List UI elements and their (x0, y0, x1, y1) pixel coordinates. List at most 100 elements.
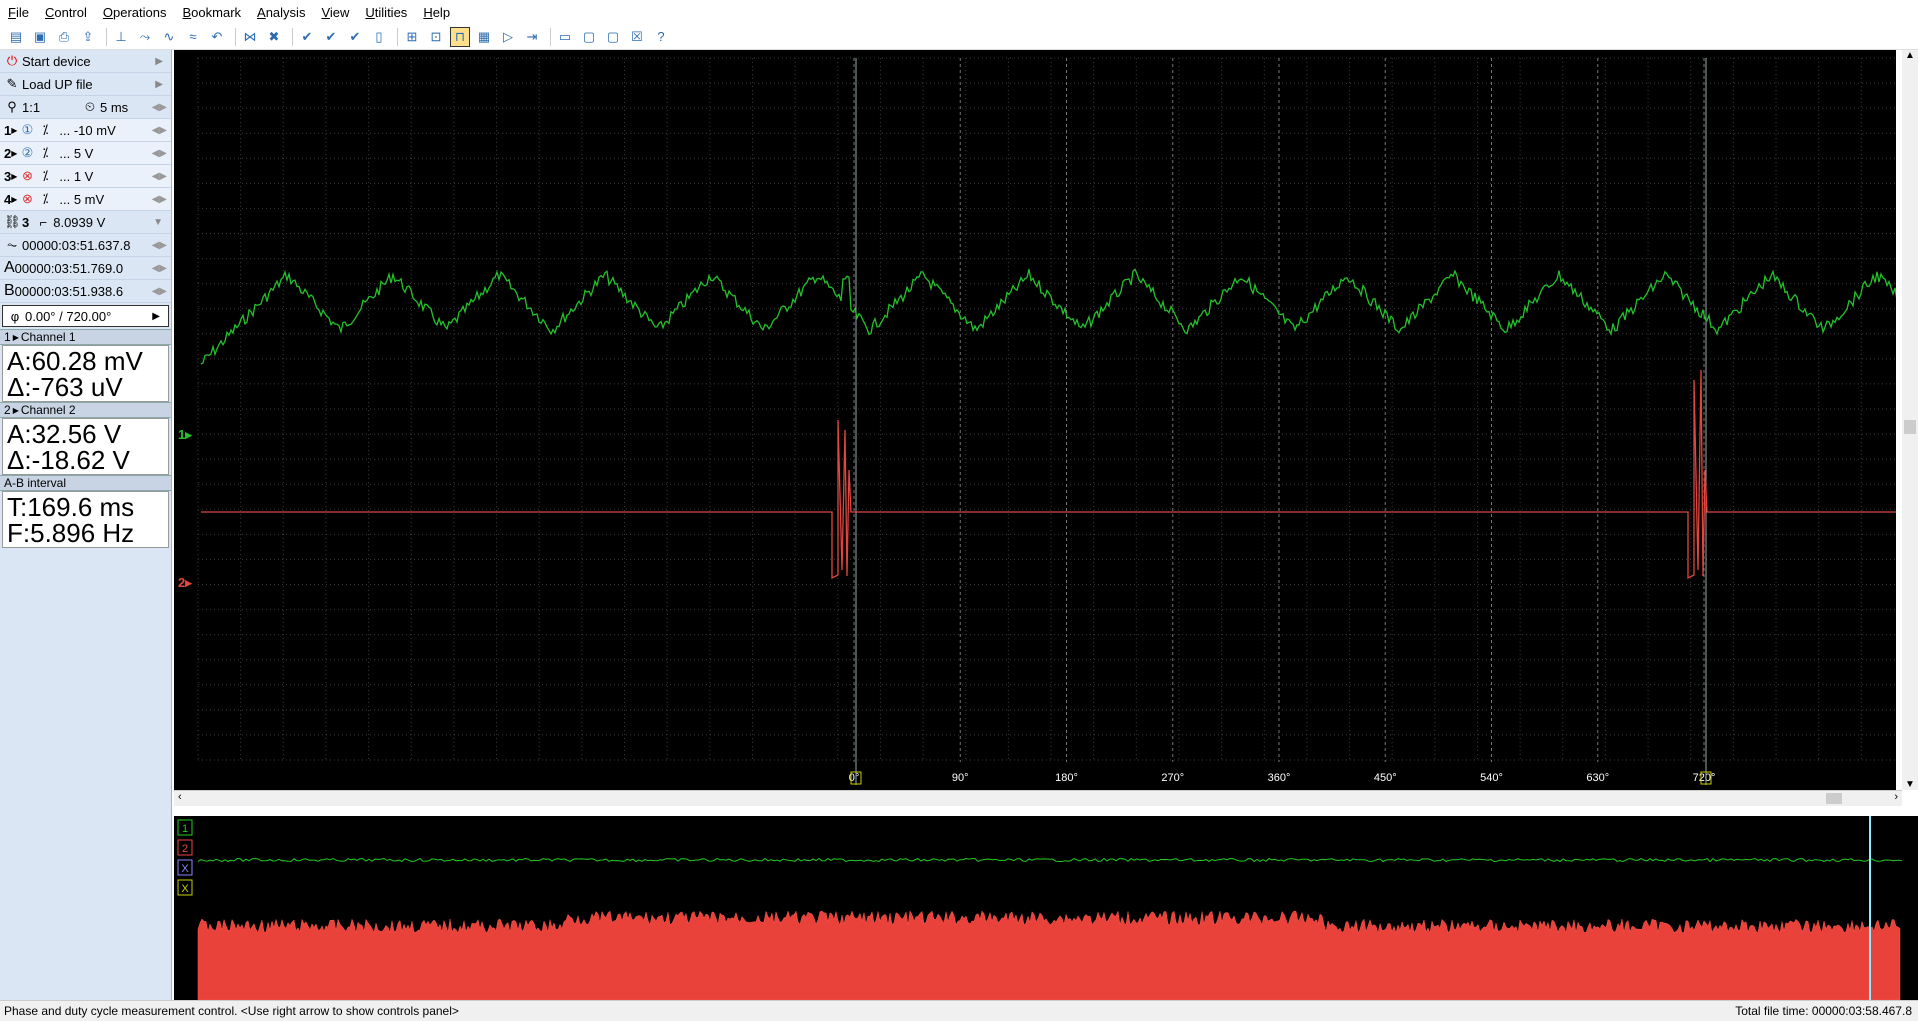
window-icon[interactable]: ▢ (579, 27, 599, 47)
channel-number: 2 (4, 403, 11, 417)
coupling-icon[interactable]: ⁒ (37, 145, 53, 161)
print-icon[interactable]: ⎙ (54, 27, 74, 47)
filter-icon[interactable]: ⋈ (240, 27, 260, 47)
wave-tool-icon[interactable]: ∿ (159, 27, 179, 47)
zoom-icon: ⚲ (7, 99, 17, 114)
marker-tool-icon[interactable]: ⤳ (135, 27, 155, 47)
channel-row-4[interactable]: 4 ▶ ⊗ ⁒ ... 5 mV ◀▶ (0, 188, 171, 211)
scroll-up-icon[interactable]: ▲ (1902, 50, 1918, 61)
chevron-right-icon: ▶ (155, 55, 163, 67)
left-right-icon[interactable]: ◀▶ (152, 240, 167, 251)
cursor-a-row[interactable]: A 00000:03:51.769.0 ◀▶ (0, 257, 171, 280)
channel-row-3[interactable]: 3 ▶ ⊗ ⁒ ... 1 V ◀▶ (0, 165, 171, 188)
coupling-icon[interactable]: ⁒ (37, 122, 53, 138)
check3-icon[interactable]: ✔ (345, 27, 365, 47)
step-icon[interactable]: ⇥ (522, 27, 542, 47)
phase-value: 0.00° / 720.00° (25, 308, 112, 324)
time-position-row[interactable]: ⏦ 00000:03:51.637.8 ◀▶ (0, 234, 171, 257)
left-right-icon[interactable]: ◀▶ (152, 171, 167, 182)
save-icon[interactable]: ▣ (30, 27, 50, 47)
channel-toggle-icon[interactable]: ① (19, 122, 35, 138)
export-icon[interactable]: ⇪ (78, 27, 98, 47)
channel1-measure-box: A:60.28 mV Δ:-763 uV (2, 345, 169, 402)
start-device-button[interactable]: ⏻ Start device ▶ (0, 50, 171, 73)
scroll-thumb[interactable] (1826, 793, 1842, 804)
scroll-thumb[interactable] (1904, 420, 1916, 434)
left-right-icon[interactable]: ◀▶ (152, 286, 167, 297)
overview-plot[interactable]: 1 2 XX (174, 816, 1918, 1001)
menu-item-view[interactable]: View (313, 5, 357, 20)
left-right-icon[interactable]: ◀▶ (152, 148, 167, 159)
phase-tick-label: 540° (1480, 772, 1503, 784)
cursor-tool-icon[interactable]: ⊥ (111, 27, 131, 47)
overview-display[interactable]: 1 2 XX (174, 816, 1918, 1001)
channel-row-1[interactable]: 1 ▶ ① ⁒ ... -10 mV ◀▶ (0, 119, 171, 142)
channel-toggle-icon[interactable]: ⊗ (19, 168, 35, 184)
channel-number: 3 (4, 168, 12, 184)
scroll-down-icon[interactable]: ▼ (1902, 779, 1918, 790)
menu-item-operations[interactable]: Operations (95, 5, 175, 20)
left-right-icon[interactable]: ◀▶ (152, 263, 167, 274)
status-message: Phase and duty cycle measurement control… (4, 1004, 459, 1018)
check2-icon[interactable]: ✔ (321, 27, 341, 47)
cursor-a-label: A (4, 259, 15, 276)
waveform-plot[interactable]: 0° 90° 180° 270° 360° 450° 540° 630° 720° 1▸ 2▸ (174, 50, 1905, 790)
menu-item-analysis[interactable]: Analysis (249, 5, 313, 20)
phase-tick-label: 90° (952, 772, 969, 784)
display-icon[interactable]: ▭ (555, 27, 575, 47)
coupling-icon[interactable]: ⁒ (37, 168, 53, 184)
menu-item-utilities[interactable]: Utilities (357, 5, 415, 20)
position-icon: ⏦ (6, 237, 18, 252)
layout-icon[interactable]: ▦ (474, 27, 494, 47)
play-icon[interactable]: ▷ (498, 27, 518, 47)
open-icon[interactable]: ▤ (6, 27, 26, 47)
left-right-icon[interactable]: ◀▶ (152, 102, 167, 113)
channel-toggle-icon[interactable]: ② (19, 145, 35, 161)
page-icon[interactable]: ▯ (369, 27, 389, 47)
scroll-right-icon[interactable]: › (1894, 791, 1898, 803)
channel-toggle-icon[interactable]: ⊗ (19, 191, 35, 207)
left-right-icon[interactable]: ◀▶ (152, 125, 167, 136)
grid-icon[interactable]: ⊞ (402, 27, 422, 47)
coupling-icon[interactable]: ⁒ (37, 191, 53, 207)
menu-item-bookmark[interactable]: Bookmark (175, 5, 250, 20)
vertical-scrollbar[interactable]: ▲ ▼ (1902, 50, 1918, 790)
menu-item-help[interactable]: Help (415, 5, 458, 20)
separator (550, 27, 551, 46)
time-position-value: 00000:03:51.637.8 (22, 237, 131, 253)
wave-tool2-icon[interactable]: ≈ (183, 27, 203, 47)
close-window-icon[interactable]: ☒ (627, 27, 647, 47)
ab-interval-label: A-B interval (4, 476, 67, 490)
oscilloscope-display[interactable]: 0° 90° 180° 270° 360° 450° 540° 630° 720° 1▸ 2▸ (174, 50, 1905, 790)
menu-item-control[interactable]: Control (37, 5, 95, 20)
menu-item-file[interactable]: File (0, 5, 37, 20)
load-icon: ✎ (6, 76, 18, 91)
left-right-icon[interactable]: ◀▶ (152, 194, 167, 205)
chevron-right-icon[interactable]: ▶ (152, 311, 160, 322)
channel1-delta-value: Δ:-763 uV (7, 372, 123, 402)
trigger-level: 8.0939 V (53, 214, 106, 230)
channel-row-2[interactable]: 2 ▶ ② ⁒ ... 5 V ◀▶ (0, 142, 171, 165)
channel1-a-value: A:60.28 mV (7, 346, 143, 376)
delete-icon[interactable]: ✖ (264, 27, 284, 47)
channel2-waveform (201, 369, 1904, 580)
measure-icon[interactable]: ⊡ (426, 27, 446, 47)
phase-measure-icon[interactable]: ⊓ (450, 26, 470, 47)
window2-icon[interactable]: ▢ (603, 27, 623, 47)
trigger-row[interactable]: ⛓ 3 ⌐ 8.0939 V ▼ (0, 211, 171, 234)
load-file-label: Load UP file (22, 76, 93, 92)
undo-icon[interactable]: ↶ (207, 27, 227, 47)
channel1-measure-header: 1 ▶ Channel 1 (0, 329, 171, 345)
phase-tick-label: 720° (1693, 772, 1716, 784)
check-icon[interactable]: ✔ (297, 27, 317, 47)
phase-control[interactable]: φ 0.00° / 720.00° ▶ (2, 305, 169, 327)
horizontal-scrollbar[interactable]: ‹ › (174, 790, 1902, 806)
cursor-b-row[interactable]: B 00000:03:51.938.6 ◀▶ (0, 280, 171, 303)
help-icon[interactable]: ? (651, 27, 671, 47)
zoom-row[interactable]: ⚲ 1:1 ⏲ 5 ms ◀▶ (0, 96, 171, 119)
scroll-left-icon[interactable]: ‹ (178, 791, 182, 803)
phase-tick-label: 0° (849, 772, 860, 784)
load-file-button[interactable]: ✎ Load UP file ▶ (0, 73, 171, 96)
control-panel: ⏻ Start device ▶ ✎ Load UP file ▶ ⚲ 1:1 … (0, 50, 172, 1000)
channel2-measure-box: A:32.56 V Δ:-18.62 V (2, 418, 169, 475)
